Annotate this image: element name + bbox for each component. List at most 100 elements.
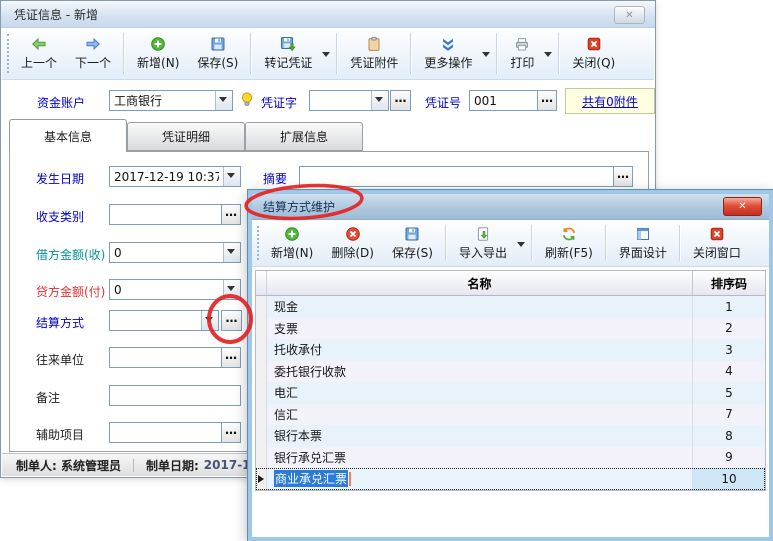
voucher-no-ellipsis-button[interactable]: … (537, 91, 556, 110)
add-button[interactable]: 新增(N) (128, 33, 188, 74)
summary-ellipsis-button[interactable]: … (613, 167, 632, 186)
settlement-dialog: 结算方式维护 ✕ 新增(N) 删除(D) 保存(S) (248, 190, 773, 541)
dialog-close-label: 关闭窗口 (693, 244, 741, 261)
table-row[interactable]: 银行本票 8 (256, 425, 765, 447)
ui-design-button[interactable]: 界面设计 (610, 223, 676, 264)
window-close-button[interactable]: ✕ (614, 6, 645, 24)
cell-code[interactable]: 9 (692, 447, 765, 469)
fund-account-select[interactable]: 工商银行 (109, 90, 233, 111)
transfer-voucher-button[interactable]: 转记凭证 (255, 33, 321, 74)
cell-code[interactable]: 8 (692, 425, 765, 447)
refresh-button[interactable]: 刷新(F5) (536, 223, 602, 264)
close-window-button[interactable]: 关闭(Q) (563, 33, 624, 74)
cell-name[interactable]: 信汇 (267, 404, 692, 426)
aux-field[interactable]: … (109, 422, 241, 443)
settlement-input[interactable] (110, 311, 201, 330)
summary-field[interactable]: … (299, 166, 633, 187)
cell-code[interactable]: 5 (692, 382, 765, 404)
aux-input[interactable] (110, 423, 221, 442)
date-label: 发生日期 (36, 170, 84, 187)
cell-code[interactable]: 4 (692, 361, 765, 383)
dialog-save-button[interactable]: 保存(S) (383, 223, 442, 264)
dialog-add-button[interactable]: 新增(N) (262, 223, 322, 264)
cell-name[interactable]: 银行本票 (267, 425, 692, 447)
next-button[interactable]: 下一个 (66, 33, 120, 74)
more-actions-button[interactable]: 更多操作 (415, 33, 481, 74)
import-export-button[interactable]: 导入导出 (450, 223, 516, 264)
voucher-no-field[interactable]: … (469, 90, 557, 111)
toolbar-grip[interactable] (7, 34, 9, 73)
table-row[interactable]: 委托银行收款 4 (256, 361, 765, 383)
table-row[interactable]: 托收承付 3 (256, 339, 765, 361)
cell-code[interactable]: 10 (692, 468, 765, 490)
transfer-dropdown-caret-icon[interactable] (322, 52, 330, 61)
print-button[interactable]: 打印 (501, 33, 543, 74)
voucher-word-select[interactable] (309, 90, 389, 111)
voucher-word-dropdown-button[interactable] (371, 91, 388, 110)
partner-input[interactable] (110, 348, 221, 367)
date-dropdown-button[interactable] (223, 167, 240, 186)
remark-input[interactable] (110, 386, 240, 405)
cell-name[interactable]: 委托银行收款 (267, 361, 692, 383)
dialog-titlebar[interactable]: 结算方式维护 (252, 194, 769, 220)
cell-name[interactable]: 银行承兑汇票 (267, 447, 692, 469)
remark-field[interactable] (109, 385, 241, 406)
voucher-no-input[interactable] (470, 91, 537, 110)
cell-name[interactable]: 支票 (267, 318, 692, 340)
credit-field[interactable] (109, 279, 241, 300)
dialog-close-window-button[interactable]: 关闭窗口 (684, 223, 750, 264)
tab-extended-info[interactable]: 扩展信息 (245, 122, 363, 151)
category-ellipsis-button[interactable]: … (221, 205, 240, 224)
cell-code[interactable]: 3 (692, 339, 765, 361)
tab-basic-info[interactable]: 基本信息 (9, 119, 127, 152)
debit-input[interactable] (110, 243, 223, 262)
category-input[interactable] (110, 205, 221, 224)
save-button[interactable]: 保存(S) (188, 33, 247, 74)
cell-code[interactable]: 7 (692, 404, 765, 426)
more-dropdown-caret-icon[interactable] (482, 52, 490, 61)
print-dropdown-caret-icon[interactable] (544, 52, 552, 61)
credit-dropdown-button[interactable] (223, 280, 240, 299)
partner-field[interactable]: … (109, 347, 241, 368)
table-row[interactable]: 电汇 5 (256, 382, 765, 404)
table-row-selected[interactable]: 商业承兑汇票 10 (256, 468, 765, 490)
dialog-delete-button[interactable]: 删除(D) (322, 223, 383, 264)
aux-ellipsis-button[interactable]: … (221, 423, 240, 442)
text-cursor (349, 472, 351, 486)
date-input[interactable] (110, 167, 223, 186)
cell-name[interactable]: 托收承付 (267, 339, 692, 361)
lightbulb-icon[interactable] (239, 91, 255, 107)
attachment-count-link[interactable]: 共有0附件 (582, 93, 638, 110)
tab-detail-label: 凭证明细 (162, 128, 210, 145)
cell-name[interactable]: 电汇 (267, 382, 692, 404)
cell-name[interactable]: 现金 (267, 296, 692, 318)
settlement-dropdown-button[interactable] (201, 311, 218, 330)
tab-voucher-detail[interactable]: 凭证明细 (127, 122, 245, 151)
prev-button[interactable]: 上一个 (12, 33, 66, 74)
debit-dropdown-button[interactable] (223, 243, 240, 262)
credit-input[interactable] (110, 280, 223, 299)
voucher-attachment-button[interactable]: 凭证附件 (341, 33, 407, 74)
column-header-code[interactable]: 排序码 (692, 271, 765, 295)
import-export-caret-icon[interactable] (517, 242, 525, 251)
date-field[interactable] (109, 166, 241, 187)
column-header-name[interactable]: 名称 (267, 271, 692, 295)
debit-field[interactable] (109, 242, 241, 263)
voucher-word-ellipsis-button[interactable]: … (390, 90, 411, 111)
window-titlebar[interactable]: 凭证信息 - 新增 (1, 1, 655, 28)
summary-input[interactable] (300, 167, 613, 186)
table-row[interactable]: 信汇 7 (256, 404, 765, 426)
settlement-field[interactable] (109, 310, 219, 331)
toolbar-grip[interactable] (257, 226, 259, 260)
cell-name-editing[interactable]: 商业承兑汇票 (267, 468, 692, 490)
category-field[interactable]: … (109, 204, 241, 225)
cell-code[interactable]: 1 (692, 296, 765, 318)
cell-code[interactable]: 2 (692, 318, 765, 340)
fund-account-dropdown-button[interactable] (215, 91, 232, 110)
table-row[interactable]: 银行承兑汇票 9 (256, 447, 765, 469)
dialog-close-button[interactable]: ✕ (723, 197, 762, 216)
table-row[interactable]: 现金 1 (256, 296, 765, 318)
settlement-ellipsis-button[interactable]: … (221, 310, 242, 331)
partner-ellipsis-button[interactable]: … (221, 348, 240, 367)
table-row[interactable]: 支票 2 (256, 318, 765, 340)
